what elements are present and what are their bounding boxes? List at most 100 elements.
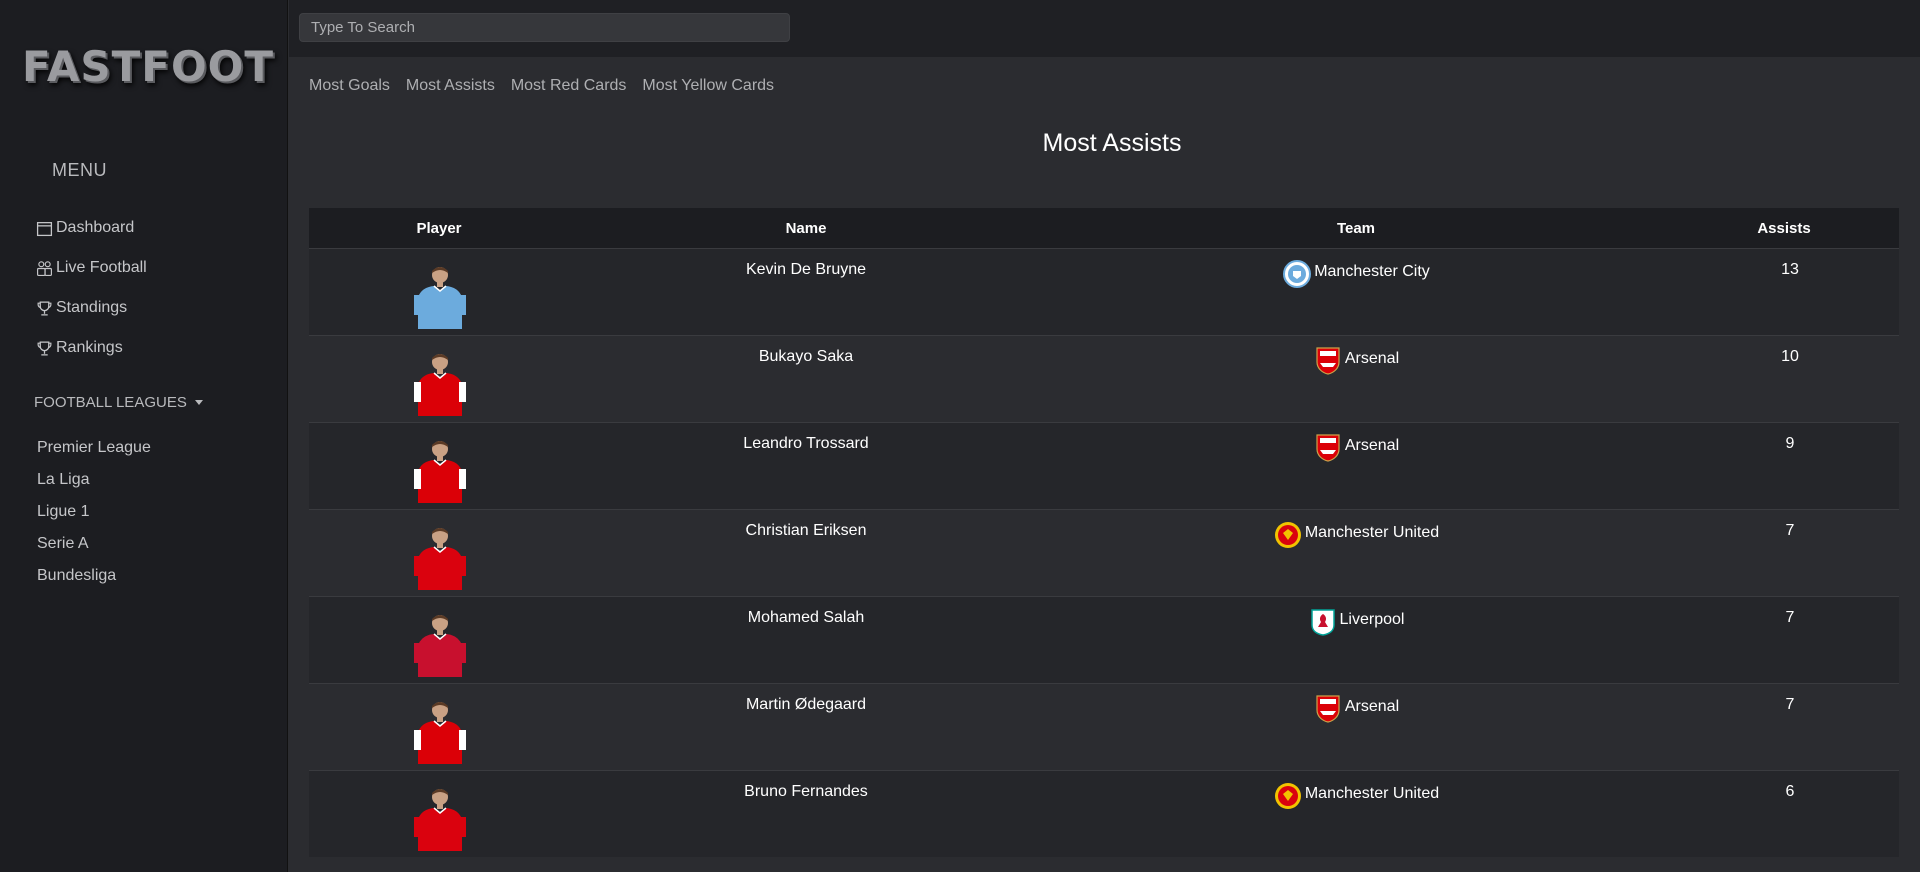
player-cell bbox=[309, 597, 569, 683]
main-content: Most Goals Most Assists Most Red Cards M… bbox=[289, 57, 1920, 872]
league-item-premier-league[interactable]: Premier League bbox=[37, 436, 151, 468]
sidebar-item-label: Live Football bbox=[56, 259, 147, 276]
table-row[interactable]: Kevin De Bruyne Manchester City 13 bbox=[309, 248, 1899, 335]
tab-most-assists[interactable]: Most Assists bbox=[406, 77, 495, 95]
league-item-ligue-1[interactable]: Ligue 1 bbox=[37, 500, 151, 532]
people-icon bbox=[37, 260, 52, 276]
column-header-name: Name bbox=[785, 219, 827, 237]
caret-down-icon bbox=[194, 400, 203, 405]
sidebar-item-live-football[interactable]: Live Football bbox=[36, 248, 147, 288]
player-name: Mohamed Salah bbox=[747, 609, 865, 626]
team-crest-icon bbox=[1274, 783, 1301, 809]
team-name: Arsenal bbox=[1344, 698, 1400, 715]
team-link[interactable]: Manchester United bbox=[1273, 781, 1439, 811]
leagues-title-label: FOOTBALL LEAGUES bbox=[34, 394, 187, 411]
stat-tabs: Most Goals Most Assists Most Red Cards M… bbox=[309, 77, 774, 95]
player-cell bbox=[309, 684, 569, 770]
team-crest-icon bbox=[1316, 695, 1340, 723]
sidebar-item-rankings[interactable]: Rankings bbox=[36, 328, 147, 368]
player-name: Bruno Fernandes bbox=[744, 783, 868, 800]
player-photo bbox=[414, 354, 466, 416]
player-name: Leandro Trossard bbox=[743, 435, 869, 452]
sidebar-item-label: Rankings bbox=[56, 339, 123, 356]
app-logo[interactable]: FASTFOOT bbox=[22, 42, 274, 91]
team-name: Manchester City bbox=[1314, 263, 1430, 280]
table-row[interactable]: Leandro Trossard Arsenal 9 bbox=[309, 422, 1899, 509]
team-cell: Arsenal bbox=[1043, 336, 1669, 422]
column-header-assists: Assists bbox=[1757, 219, 1811, 237]
sidebar-item-dashboard[interactable]: Dashboard bbox=[36, 208, 147, 248]
sidebar-item-label: Standings bbox=[56, 299, 128, 316]
calendar-icon bbox=[36, 221, 53, 236]
player-cell bbox=[309, 249, 569, 335]
menu-title: MENU bbox=[52, 160, 107, 180]
player-name: Bukayo Saka bbox=[758, 348, 854, 365]
assists-table: Player Name Team Assists Kevin De Bruyne… bbox=[309, 208, 1899, 857]
assists-count: 7 bbox=[1785, 522, 1795, 539]
team-link[interactable]: Arsenal bbox=[1313, 346, 1399, 376]
team-cell: Manchester City bbox=[1043, 249, 1669, 335]
assists-count: 7 bbox=[1785, 609, 1795, 626]
league-item-la-liga[interactable]: La Liga bbox=[37, 468, 151, 500]
assists-count: 6 bbox=[1785, 783, 1795, 800]
table-row[interactable]: Martin Ødegaard Arsenal 7 bbox=[309, 683, 1899, 770]
team-cell: Liverpool bbox=[1043, 597, 1669, 683]
trophy-icon bbox=[37, 300, 52, 316]
player-photo bbox=[414, 441, 466, 503]
column-header-team: Team bbox=[1336, 219, 1376, 237]
sidebar-item-standings[interactable]: Standings bbox=[36, 288, 147, 328]
team-crest-icon bbox=[1283, 260, 1312, 288]
football-leagues-dropdown[interactable]: FOOTBALL LEAGUES bbox=[34, 394, 203, 411]
team-link[interactable]: Liverpool bbox=[1308, 607, 1405, 637]
table-header: Player Name Team Assists bbox=[309, 208, 1899, 248]
team-name: Manchester United bbox=[1304, 785, 1440, 802]
page-title: Most Assists bbox=[1042, 129, 1182, 157]
assists-count: 10 bbox=[1781, 348, 1799, 365]
assists-count: 13 bbox=[1781, 261, 1799, 278]
league-item-serie-a[interactable]: Serie A bbox=[37, 532, 151, 564]
table-body: Kevin De Bruyne Manchester City 13 Bukay… bbox=[309, 248, 1899, 857]
player-name: Christian Eriksen bbox=[745, 522, 867, 539]
tab-most-goals[interactable]: Most Goals bbox=[309, 77, 390, 95]
table-row[interactable]: Bruno Fernandes Manchester United 6 bbox=[309, 770, 1899, 857]
column-header-player: Player bbox=[416, 219, 462, 237]
league-item-bundesliga[interactable]: Bundesliga bbox=[37, 564, 151, 596]
player-cell bbox=[309, 423, 569, 509]
team-link[interactable]: Arsenal bbox=[1313, 433, 1399, 463]
team-name: Arsenal bbox=[1344, 437, 1400, 454]
tab-most-red-cards[interactable]: Most Red Cards bbox=[511, 77, 627, 95]
search-input[interactable] bbox=[299, 13, 790, 42]
player-photo bbox=[414, 702, 466, 764]
team-cell: Manchester United bbox=[1043, 771, 1669, 857]
table-row[interactable]: Christian Eriksen Manchester United 7 bbox=[309, 509, 1899, 596]
sidebar-nav: Dashboard Live Football Standings Rankin… bbox=[36, 208, 147, 368]
tab-most-yellow-cards[interactable]: Most Yellow Cards bbox=[642, 77, 774, 95]
table-row[interactable]: Mohamed Salah Liverpool 7 bbox=[309, 596, 1899, 683]
team-link[interactable]: Manchester City bbox=[1282, 259, 1430, 289]
team-name: Manchester United bbox=[1304, 524, 1440, 541]
player-photo bbox=[414, 528, 466, 590]
player-name: Martin Ødegaard bbox=[745, 696, 867, 713]
team-cell: Arsenal bbox=[1043, 684, 1669, 770]
player-photo bbox=[414, 789, 466, 851]
trophy-icon bbox=[37, 340, 52, 356]
team-cell: Arsenal bbox=[1043, 423, 1669, 509]
player-photo bbox=[414, 615, 466, 677]
player-cell bbox=[309, 336, 569, 422]
team-name: Arsenal bbox=[1344, 350, 1400, 367]
team-crest-icon bbox=[1316, 347, 1340, 375]
player-name: Kevin De Bruyne bbox=[745, 261, 867, 278]
assists-count: 7 bbox=[1785, 696, 1795, 713]
team-name: Liverpool bbox=[1339, 611, 1405, 628]
player-photo bbox=[414, 267, 466, 329]
team-cell: Manchester United bbox=[1043, 510, 1669, 596]
team-link[interactable]: Arsenal bbox=[1313, 694, 1399, 724]
table-row[interactable]: Bukayo Saka Arsenal 10 bbox=[309, 335, 1899, 422]
assists-count: 9 bbox=[1785, 435, 1795, 452]
team-link[interactable]: Manchester United bbox=[1273, 520, 1439, 550]
team-crest-icon bbox=[1316, 434, 1340, 462]
player-cell bbox=[309, 771, 569, 857]
top-bar bbox=[289, 0, 1920, 57]
team-crest-icon bbox=[1310, 609, 1335, 636]
leagues-list: Premier League La Liga Ligue 1 Serie A B… bbox=[37, 436, 151, 596]
